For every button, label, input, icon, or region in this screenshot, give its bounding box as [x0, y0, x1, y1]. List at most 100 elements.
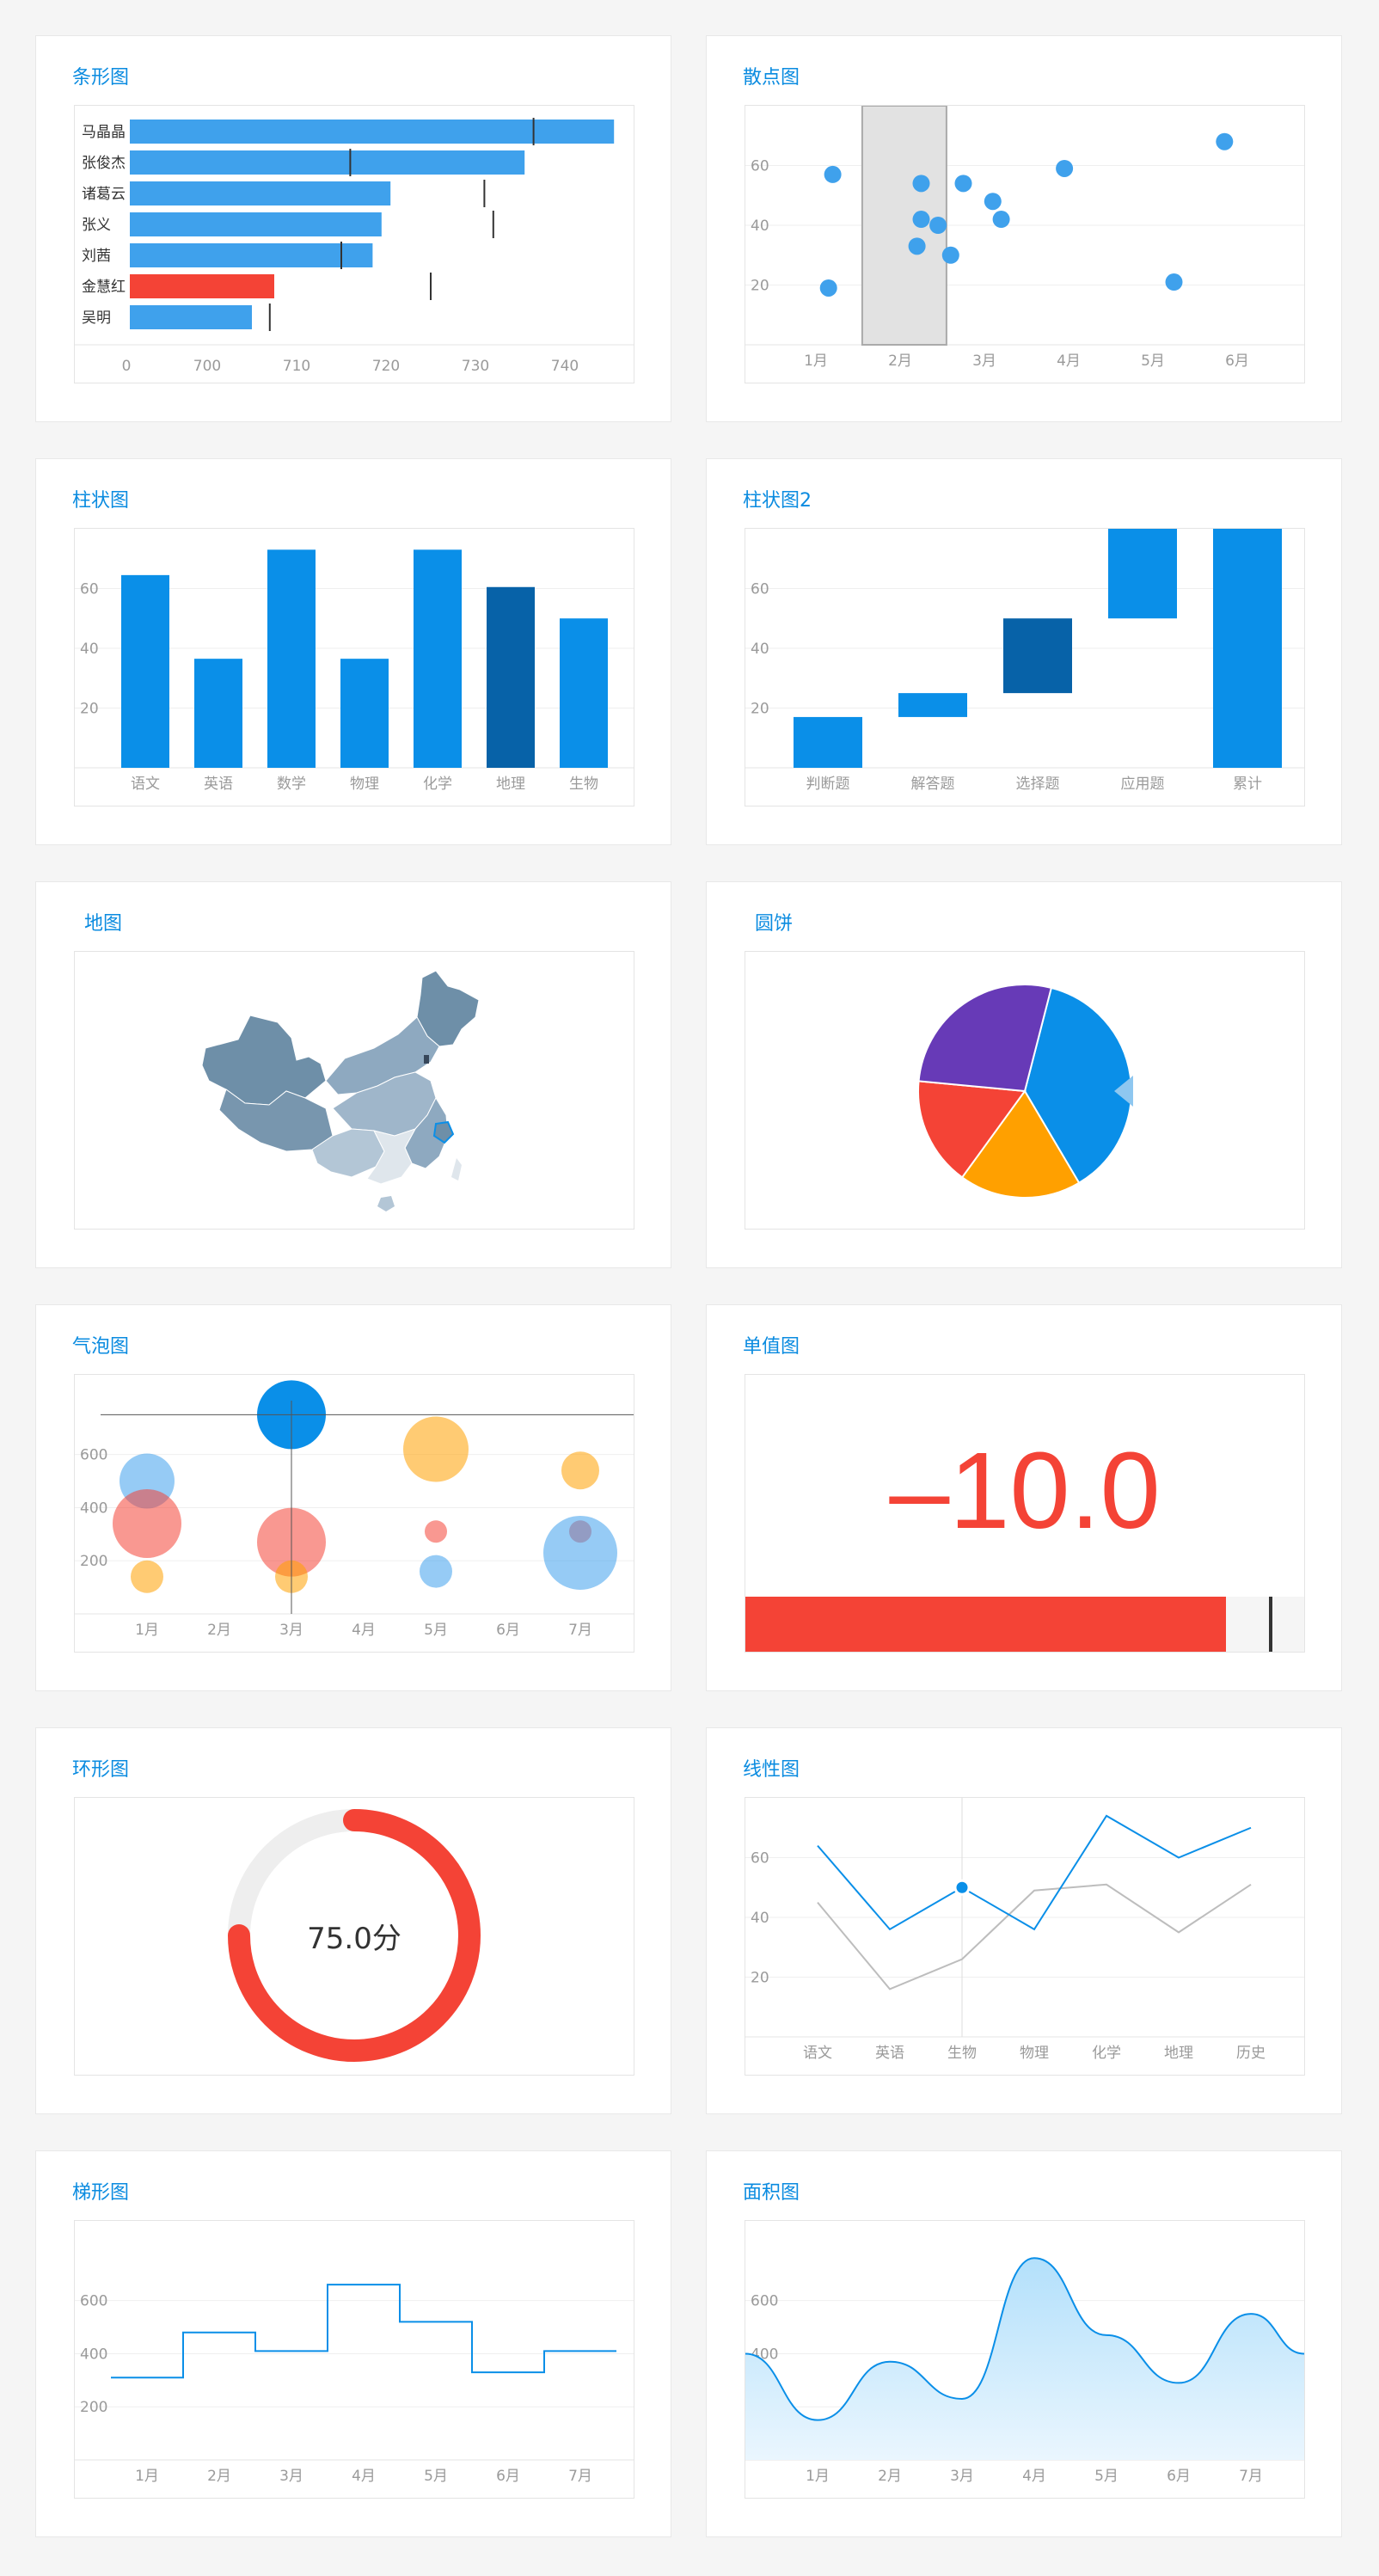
map-region-northwest — [201, 1015, 327, 1106]
card-title: 面积图 — [743, 2182, 800, 2204]
x-tick-label: 6月 — [1225, 353, 1249, 370]
x-tick-label: 1月 — [135, 1622, 159, 1639]
pie-chart[interactable] — [745, 952, 1304, 1229]
y-tick-label: 200 — [80, 2399, 107, 2416]
x-tick-label: 生物 — [947, 2045, 977, 2062]
y-tick-label: 马晶晶 — [82, 124, 126, 141]
series-line — [817, 1814, 1252, 1931]
y-tick-label: 600 — [80, 2293, 107, 2310]
bar — [414, 549, 462, 768]
x-tick-label: 物理 — [1020, 2045, 1049, 2062]
y-tick-label: 20 — [751, 278, 769, 295]
point — [908, 237, 926, 255]
area-chart[interactable]: 2004006001月2月3月4月5月6月7月 — [745, 2221, 1304, 2498]
y-tick-label: 40 — [751, 641, 769, 658]
chart-frame: 2004006001月2月3月4月5月6月7月 — [745, 2220, 1305, 2499]
step-chart[interactable]: 200 400 600 1月 2月 3月 4月 5月 6月 7月 — [75, 2221, 634, 2498]
x-tick-label: 5月 — [424, 2468, 448, 2485]
x-tick-label: 物理 — [350, 776, 379, 793]
y-tick-label: 20 — [751, 1970, 769, 1987]
x-tick-label: 3月 — [972, 353, 996, 370]
point — [819, 279, 837, 297]
y-tick-label: 400 — [80, 2346, 107, 2363]
bullet-fill — [745, 1597, 1226, 1652]
x-tick-label: 语文 — [131, 776, 160, 793]
card-title: 圆饼 — [755, 913, 794, 935]
y-tick-label: 20 — [751, 701, 769, 718]
x-tick-label: 730 — [462, 358, 489, 375]
bullet-bar[interactable] — [745, 1375, 1304, 1652]
x-tick-label: 英语 — [204, 776, 233, 793]
x-tick-label: 6月 — [496, 1622, 520, 1639]
y-tick-label: 张义 — [82, 217, 111, 234]
bubble-chart[interactable]: 200 400 600 1月 2月 3月 4月 5月 6月 7月 — [75, 1375, 634, 1652]
y-tick-label: 60 — [751, 158, 769, 175]
waterfall-chart-card: 柱状图2 20 40 60 判断题 解答题 选择题 应用题 累计 — [706, 458, 1342, 845]
y-tick-label: 40 — [751, 1910, 769, 1927]
waterfall-chart[interactable]: 20 40 60 判断题 解答题 选择题 应用题 累计 — [745, 529, 1304, 806]
horizontal-bar-chart[interactable]: 0 700 710 720 730 740 马晶晶张俊杰诸葛云张义刘茜金慧红吴明 — [75, 106, 634, 383]
x-tick-label: 数学 — [277, 776, 306, 793]
card-title: 环形图 — [72, 1759, 130, 1781]
bubble — [403, 1416, 469, 1482]
point — [992, 211, 1010, 229]
bar — [130, 150, 525, 175]
card-title: 地图 — [84, 913, 123, 935]
x-tick-label: 化学 — [1092, 2045, 1121, 2062]
x-tick-label: 6月 — [496, 2468, 520, 2485]
bar-chart-card: 条形图 0 700 710 720 730 740 马晶晶 张俊杰 诸葛云 张义 刘茜 金慧红 吴明 — [35, 35, 671, 422]
x-tick-label: 740 — [551, 358, 579, 375]
y-tick-label: 60 — [751, 581, 769, 598]
bubble — [543, 1515, 617, 1590]
chart-frame: 2004006001月2月3月4月5月6月7月 — [74, 1374, 634, 1653]
x-tick-label: 2月 — [888, 353, 912, 370]
x-tick-label: 7月 — [1239, 2468, 1263, 2485]
step-chart-card: 梯形图 200 400 600 1月 2月 3月 4月 5月 6月 7月 — [35, 2150, 671, 2537]
bar — [1213, 529, 1282, 768]
chart-frame — [745, 951, 1305, 1230]
x-tick-label: 4月 — [352, 2468, 376, 2485]
y-tick-label: 张俊杰 — [82, 155, 126, 172]
bar — [267, 549, 316, 768]
china-map[interactable] — [75, 952, 634, 1229]
bubble — [561, 1451, 599, 1490]
bar — [130, 305, 252, 329]
bar — [794, 716, 862, 768]
scatter-chart[interactable]: 20 40 60 1月 2月 3月 4月 5月 6月 — [745, 106, 1304, 383]
y-tick-label: 600 — [80, 1447, 107, 1464]
column-chart[interactable]: 20 40 60 语文 英语 数学 物理 化学 地理 生物 — [75, 529, 634, 806]
bar — [130, 212, 382, 236]
x-tick-label: 1月 — [806, 2468, 830, 2485]
x-tick-label: 720 — [372, 358, 400, 375]
bar — [130, 243, 373, 267]
single-value-card: 单值图 –10.0 — [706, 1304, 1342, 1691]
x-tick-label: 生物 — [569, 776, 598, 793]
y-tick-label: 200 — [80, 1553, 107, 1570]
x-tick-label: 3月 — [950, 2468, 974, 2485]
x-tick-label: 4月 — [1022, 2468, 1046, 2485]
chart-frame: 20 40 60 语文 英语 数学 物理 化学 地理 生物 — [74, 528, 634, 807]
step-line — [111, 2284, 616, 2379]
y-tick-label: 400 — [80, 1500, 107, 1517]
line-chart[interactable]: 20 40 60 语文 英语 生物 物理 化学 地理 历史 — [745, 1798, 1304, 2075]
point — [941, 246, 959, 264]
chart-frame: 2004006001月2月3月4月5月6月7月 — [74, 2220, 634, 2499]
point — [954, 175, 972, 193]
x-tick-label: 5月 — [1094, 2468, 1119, 2485]
x-tick-label: 710 — [283, 358, 310, 375]
x-tick-label: 选择题 — [1016, 776, 1060, 793]
area-chart-card: 面积图 2004006001月2月3月4月5月6月7月 — [706, 2150, 1342, 2537]
bubble — [425, 1520, 447, 1543]
y-tick-label: 吴明 — [82, 310, 111, 327]
point — [912, 211, 930, 229]
y-tick-label: 60 — [80, 581, 99, 598]
x-tick-label: 6月 — [1167, 2468, 1191, 2485]
bubble-chart-card: 气泡图 200 400 600 1月 2月 3月 4月 5月 6月 7月 — [35, 1304, 671, 1691]
point — [1216, 132, 1234, 150]
x-tick-label: 5月 — [424, 1622, 448, 1639]
y-tick-label: 600 — [751, 2293, 778, 2310]
x-tick-label: 解答题 — [911, 776, 955, 793]
ring-chart[interactable]: 75.0分 — [75, 1798, 634, 2075]
x-tick-label: 地理 — [496, 776, 525, 793]
scatter-chart-card: 散点图 20 40 60 1月 2月 3月 4月 5月 6月 — [706, 35, 1342, 422]
